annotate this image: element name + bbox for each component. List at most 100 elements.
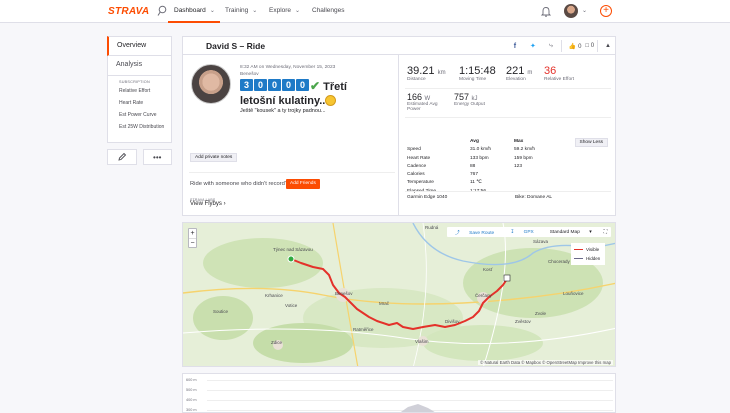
- map-attribution[interactable]: © Natural Earth Data © Mapbox © OpenStre…: [478, 360, 613, 365]
- download-icon: ↧: [510, 229, 515, 235]
- user-avatar[interactable]: [564, 4, 578, 18]
- map-label: Divišov: [445, 319, 460, 324]
- zoom-out-button[interactable]: −: [189, 238, 196, 247]
- tab-analysis[interactable]: Analysis: [107, 56, 172, 76]
- map-label: Zvole: [535, 311, 547, 316]
- activity-sidenav: Overview Analysis SUBSCRIPTION Relative …: [107, 36, 172, 165]
- stat-avg-power: 166 W Estimated Avg Power: [407, 92, 438, 112]
- elevation-chart[interactable]: 600 m 500 m 400 m 300 m: [182, 373, 616, 413]
- activity-title: 3 0 0 0 0 ✔ Třetí letošní kulatiny..: [240, 79, 390, 108]
- divider: [560, 40, 562, 52]
- strava-logo[interactable]: STRAVA: [108, 6, 149, 17]
- activity-datetime: 8:32 AM on Wednesday, November 15, 2023: [240, 65, 336, 70]
- collapse-icon[interactable]: ▲: [605, 43, 611, 49]
- twitter-icon[interactable]: ✦: [526, 42, 540, 50]
- keycap-digit: 0: [282, 79, 295, 91]
- share-icon[interactable]: ⤷: [544, 42, 558, 50]
- export-gpx-button[interactable]: ↧ GPX: [502, 230, 542, 235]
- map-label: Týnec nad Sázavou: [273, 247, 313, 252]
- notification-bell-icon[interactable]: [541, 6, 551, 17]
- comment-count: 0: [590, 43, 595, 49]
- keycap-digit: 0: [296, 79, 309, 91]
- activity-details: 8:32 AM on Wednesday, November 15, 2023 …: [183, 55, 397, 215]
- chevron-down-icon[interactable]: ⌄: [582, 7, 587, 14]
- nav-explore[interactable]: Explore ⌄: [269, 7, 300, 14]
- subscription-section: SUBSCRIPTION Relative Effort Heart Rate …: [107, 76, 172, 143]
- kudos-button[interactable]: 👍 0: [569, 43, 582, 50]
- start-marker-icon: [287, 255, 295, 263]
- activity-description: Ještě "kousek" a ty trojky padnou...: [240, 108, 326, 114]
- nav-challenges[interactable]: Challenges: [312, 7, 345, 14]
- stat-distance: 39.21 km Distance: [407, 65, 446, 82]
- friends-question: Ride with someone who didn't record?: [190, 181, 289, 187]
- facebook-icon[interactable]: f: [508, 43, 522, 50]
- map-label: Zvěstov: [515, 319, 532, 324]
- map-label: Louňovice: [563, 291, 584, 296]
- map-label: Zdice: [271, 340, 283, 345]
- sidebar-item-heart-rate[interactable]: Heart Rate: [119, 100, 171, 106]
- sidebar-item-power-curve[interactable]: Est Power Curve: [119, 112, 171, 118]
- table-row: Temperature 11 ℃: [407, 180, 482, 186]
- activity-summary-card: David S – Ride f ✦ ⤷ 👍 0 □ 0 ▲ 8:32 AM o…: [182, 36, 616, 216]
- map-toolbar: ⤴ Save Route ↧ GPX Standard Map ▾ ⛶: [446, 227, 611, 237]
- activity-location: Benešov: [240, 72, 259, 77]
- comment-button[interactable]: □ 0: [585, 43, 594, 49]
- finish-flag-icon: [503, 274, 511, 282]
- view-flybys-link[interactable]: View Flybys ›: [190, 201, 226, 207]
- map-label: Votice: [285, 303, 298, 308]
- add-friends-button[interactable]: Add Friends: [286, 179, 320, 189]
- zoom-in-button[interactable]: +: [189, 229, 196, 238]
- nav-training[interactable]: Training ⌄: [225, 7, 257, 14]
- keycap-digit: 0: [268, 79, 281, 91]
- subscription-header: SUBSCRIPTION: [119, 80, 150, 84]
- search-icon[interactable]: [157, 5, 167, 17]
- active-tab-indicator: [168, 21, 220, 23]
- add-private-notes-button[interactable]: Add private notes: [190, 153, 238, 162]
- route-map[interactable]: Benešov Votice Krhanice Vlašim Rudná Div…: [182, 222, 616, 367]
- divider: [189, 172, 395, 173]
- side-actions: •••: [107, 149, 172, 165]
- map-style-dropdown[interactable]: Standard Map ▾: [542, 230, 600, 235]
- table-row: Speed 31.0 km/h 59.2 km/h: [407, 147, 536, 153]
- divider: [405, 88, 611, 89]
- sidebar-item-power-distribution[interactable]: Est 25W Distribution: [119, 124, 171, 130]
- chevron-down-icon: ⌄: [252, 8, 258, 14]
- tab-overview[interactable]: Overview: [107, 36, 172, 56]
- activity-header-title: David S – Ride: [206, 41, 266, 51]
- upload-plus-button[interactable]: +: [600, 5, 612, 17]
- zoom-controls: + −: [188, 228, 197, 248]
- activity-stats: 39.21 km Distance 1:15:48 Moving Time 22…: [398, 55, 616, 215]
- chevron-right-icon: ›: [223, 201, 226, 207]
- stat-relative-effort[interactable]: 36 Relative Effort: [544, 65, 574, 82]
- route-icon: ⤴: [454, 230, 460, 236]
- keycap-digit: 3: [240, 79, 253, 91]
- show-less-button[interactable]: Show Less: [574, 138, 608, 147]
- fullscreen-icon[interactable]: ⛶: [600, 229, 611, 235]
- legend-visible: Visible: [574, 245, 602, 254]
- activity-header: David S – Ride f ✦ ⤷ 👍 0 □ 0 ▲: [183, 37, 615, 55]
- more-actions-button[interactable]: •••: [142, 149, 172, 165]
- map-label: Kosť: [483, 267, 493, 272]
- map-label: Ratměřice: [353, 327, 374, 332]
- activity-title-text-a: Třetí: [323, 81, 347, 93]
- comment-icon: □: [585, 43, 590, 49]
- map-label: Sázava: [533, 239, 549, 244]
- divider: [405, 117, 611, 118]
- smiley-emoji-icon: [325, 94, 337, 106]
- divider: [405, 191, 611, 192]
- nav-dashboard[interactable]: Dashboard ⌄: [174, 7, 215, 14]
- map-label: Krhanice: [265, 293, 283, 298]
- save-route-button[interactable]: ⤴ Save Route: [447, 229, 502, 236]
- map-canvas[interactable]: Benešov Votice Krhanice Vlašim Rudná Div…: [183, 223, 616, 367]
- athlete-avatar[interactable]: [191, 64, 231, 104]
- kudos-count: 0: [578, 43, 582, 50]
- divider: [597, 40, 599, 52]
- map-label: Vlašim: [415, 339, 429, 344]
- map-label: Soutice: [213, 309, 229, 314]
- check-mark-icon: ✔: [310, 79, 321, 93]
- keycap-digit: 0: [254, 79, 267, 91]
- edit-button[interactable]: [107, 149, 137, 165]
- bike-name[interactable]: Bike: Domane AL: [515, 195, 552, 200]
- table-row: Cadence 88 123: [407, 163, 523, 169]
- sidebar-item-relative-effort[interactable]: Relative Effort: [119, 88, 171, 94]
